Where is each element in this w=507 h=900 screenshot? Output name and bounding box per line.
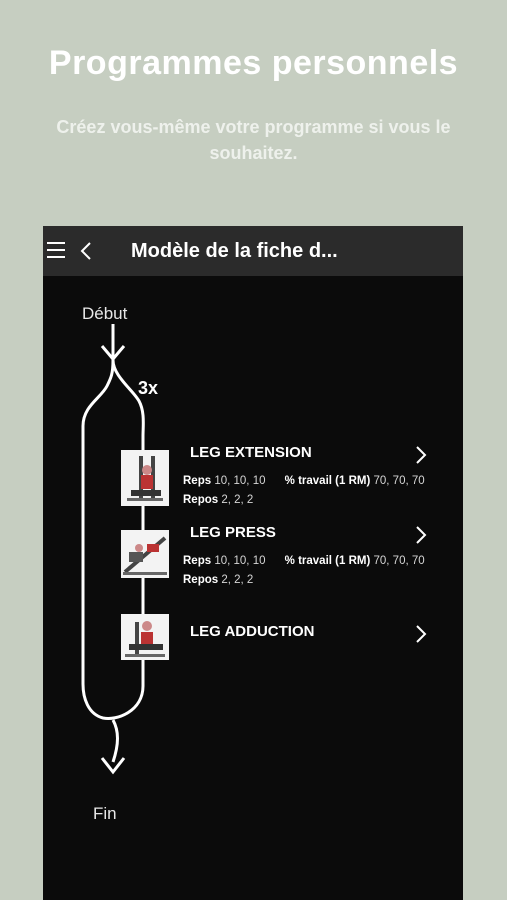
flow-end-label: Fin <box>93 804 117 823</box>
work-label: % travail (1 RM) <box>284 555 371 567</box>
rest-value: 2, 2, 2 <box>221 494 254 506</box>
end-arrow-line <box>111 719 119 763</box>
reps-label: Reps <box>183 555 212 567</box>
exercise-name-leg-press[interactable]: LEG PRESS <box>190 524 276 541</box>
rest-value: 2, 2, 2 <box>221 574 254 586</box>
exercise-rest-row: Repos 2, 2, 2 <box>183 494 253 506</box>
chevron-right-icon[interactable] <box>414 444 428 466</box>
phone-screen: Modèle de la fiche d... Début 3x Fin LEG… <box>43 226 463 900</box>
hero-subtitle: Créez vous-même votre programme si vous … <box>56 117 451 163</box>
chevron-right-icon[interactable] <box>414 623 428 645</box>
flow-start-label: Début <box>82 304 128 323</box>
leg-press-thumbnail[interactable] <box>121 530 169 578</box>
exercise-name-leg-extension[interactable]: LEG EXTENSION <box>190 444 312 461</box>
leg-extension-thumbnail[interactable] <box>121 450 169 506</box>
exercise-name-leg-adduction[interactable]: LEG ADDUCTION <box>190 623 314 640</box>
loop-count-badge: 3x <box>138 378 159 398</box>
leg-adduction-thumbnail[interactable] <box>121 614 169 660</box>
rest-label: Repos <box>183 574 219 586</box>
reps-value: 10, 10, 10 <box>214 475 266 487</box>
exercise-rest-row: Repos 2, 2, 2 <box>183 574 253 586</box>
hero-title: Programmes personnels <box>48 44 459 82</box>
exercise-details-row: Reps 10, 10, 10 % travail (1 RM) 70, 70,… <box>183 475 425 487</box>
work-value: 70, 70, 70 <box>373 475 425 487</box>
chevron-right-icon[interactable] <box>414 524 428 546</box>
reps-value: 10, 10, 10 <box>214 555 266 567</box>
work-value: 70, 70, 70 <box>373 555 425 567</box>
exercise-details-row: Reps 10, 10, 10 % travail (1 RM) 70, 70,… <box>183 555 425 567</box>
rest-label: Repos <box>183 494 219 506</box>
work-label: % travail (1 RM) <box>284 475 371 487</box>
reps-label: Reps <box>183 475 212 487</box>
